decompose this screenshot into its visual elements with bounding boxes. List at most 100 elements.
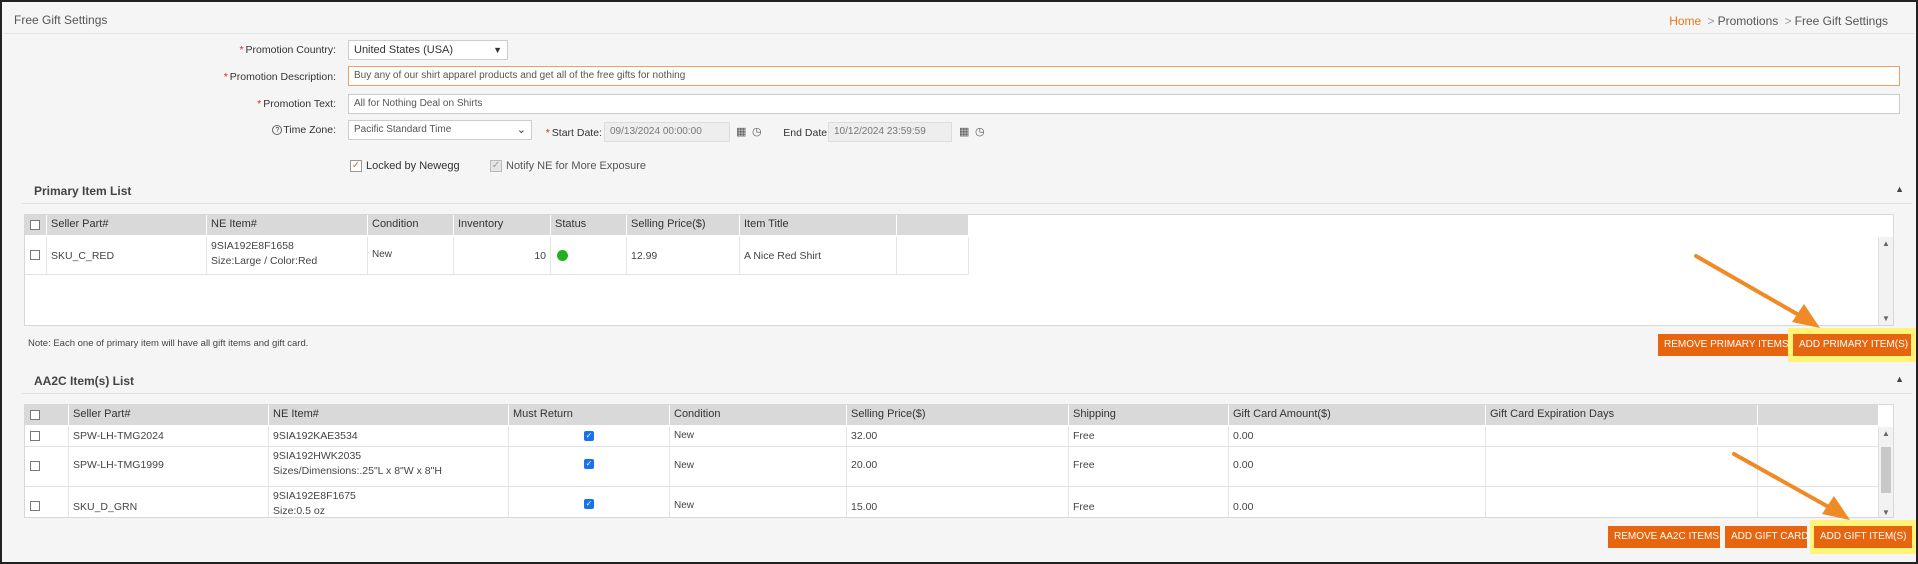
add-gift-card-button[interactable]: ADD GIFT CARD	[1725, 526, 1809, 548]
ne-item-cell: 9SIA192E8F1658 Size:Large / Color:Red	[207, 237, 368, 274]
chevron-up-icon[interactable]: ▲	[1895, 184, 1904, 194]
locked-label: Locked by Newegg	[366, 160, 460, 172]
remove-primary-items-button[interactable]: REMOVE PRIMARY ITEMS	[1658, 334, 1789, 356]
primary-grid-scrollbar[interactable]: ▲ ▼	[1878, 237, 1893, 325]
gift-card-days-cell	[1486, 427, 1758, 446]
breadcrumb-current: Free Gift Settings	[1794, 14, 1888, 28]
start-date-label: * Start Date:	[545, 127, 602, 139]
breadcrumb: Home > Promotions > Free Gift Settings	[1669, 14, 1888, 28]
empty-cell	[1758, 447, 1879, 486]
row-select-cell	[25, 237, 47, 274]
gift-card-amount-cell: 0.00	[1229, 487, 1486, 517]
column-header[interactable]: Gift Card Amount($)	[1229, 405, 1486, 425]
must-return-cell: ✓	[509, 427, 670, 446]
clock-icon[interactable]: ◷	[975, 126, 987, 138]
promo-text-label: * Promotion Text:	[257, 98, 336, 110]
column-header[interactable]: NE Item#	[269, 405, 509, 425]
add-primary-items-button[interactable]: ADD PRIMARY ITEM(S)	[1793, 334, 1911, 356]
chevron-up-icon[interactable]: ▲	[1895, 374, 1904, 384]
calendar-icon[interactable]: ▦	[959, 126, 971, 138]
scroll-down-icon[interactable]: ▼	[1882, 508, 1890, 517]
shipping-cell: Free	[1069, 427, 1229, 446]
condition-cell: New	[670, 427, 847, 446]
end-date-input[interactable]: 10/12/2024 23:59:59	[828, 122, 952, 142]
start-date-input[interactable]: 09/13/2024 00:00:00	[604, 122, 730, 142]
scroll-up-icon[interactable]: ▲	[1882, 239, 1890, 248]
primary-section-header: Primary Item List ▲	[22, 178, 1912, 204]
row-checkbox[interactable]	[30, 501, 40, 511]
row-select-cell	[25, 447, 69, 486]
item-title-cell: A Nice Red Shirt	[740, 237, 897, 274]
select-all-checkbox[interactable]	[30, 410, 40, 420]
column-header[interactable]: Shipping	[1069, 405, 1229, 425]
row-checkbox[interactable]	[30, 431, 40, 441]
column-header-empty	[897, 215, 969, 235]
primary-item-grid: Seller Part# NE Item# Condition Inventor…	[24, 214, 1894, 326]
ne-item-variant: Size:0.5 oz	[273, 505, 325, 517]
condition-cell: New	[368, 237, 454, 274]
add-gift-items-button[interactable]: ADD GIFT ITEM(S)	[1814, 526, 1912, 548]
price-cell: 20.00	[847, 447, 1069, 486]
column-header[interactable]: Gift Card Expiration Days	[1486, 405, 1758, 425]
row-checkbox[interactable]	[30, 250, 40, 260]
must-return-checkbox[interactable]: ✓	[584, 459, 594, 469]
shipping-cell: Free	[1069, 487, 1229, 517]
scroll-down-icon[interactable]: ▼	[1882, 314, 1890, 323]
seller-part-cell: SKU_C_RED	[47, 237, 207, 274]
inventory-cell: 10	[454, 237, 551, 274]
column-header[interactable]: NE Item#	[207, 215, 368, 235]
must-return-cell: ✓	[509, 487, 670, 517]
column-header[interactable]: Condition	[670, 405, 847, 425]
ne-item-cell: 9SIA192KAE3534	[269, 427, 509, 446]
select-all-checkbox[interactable]	[30, 220, 40, 230]
empty-cell	[897, 237, 969, 274]
must-return-checkbox[interactable]: ✓	[584, 431, 594, 441]
column-header[interactable]: Item Title	[740, 215, 897, 235]
calendar-icon[interactable]: ▦	[736, 126, 748, 138]
scroll-up-icon[interactable]: ▲	[1882, 429, 1890, 438]
locked-checkbox[interactable]: ✓	[350, 160, 362, 172]
must-return-checkbox[interactable]: ✓	[584, 499, 594, 509]
clock-icon[interactable]: ◷	[752, 126, 764, 138]
price-cell: 32.00	[847, 427, 1069, 446]
timezone-label: ? Time Zone:	[152, 124, 336, 136]
shipping-cell: Free	[1069, 447, 1229, 486]
ne-item-variant: Sizes/Dimensions:.25"L x 8"W x 8"H	[273, 465, 442, 477]
timezone-select[interactable]: Pacific Standard Time ⌄	[348, 120, 532, 140]
column-header[interactable]: Selling Price($)	[627, 215, 740, 235]
empty-cell	[1758, 427, 1879, 446]
aa2c-item-grid: Seller Part# NE Item# Must Return Condit…	[24, 404, 1894, 518]
breadcrumb-home-link[interactable]: Home	[1669, 14, 1701, 28]
remove-aa2c-items-button[interactable]: REMOVE AA2C ITEMS	[1608, 526, 1720, 548]
country-select[interactable]: United States (USA) ▼	[348, 40, 508, 60]
notify-checkbox: ✓	[490, 160, 502, 172]
table-row[interactable]: SPW-LH-TMG1999 9SIA192HWK2035 Sizes/Dime…	[25, 447, 1879, 487]
column-header[interactable]: Seller Part#	[47, 215, 207, 235]
breadcrumb-separator: >	[1784, 14, 1792, 28]
country-label: * Promotion Country:	[239, 44, 336, 56]
column-header[interactable]: Must Return	[509, 405, 670, 425]
primary-section-title: Primary Item List	[34, 184, 132, 198]
row-checkbox[interactable]	[30, 461, 40, 471]
gift-card-amount-cell: 0.00	[1229, 427, 1486, 446]
promo-text-input[interactable]: All for Nothing Deal on Shirts	[348, 94, 1900, 114]
breadcrumb-promotions-link[interactable]: Promotions	[1718, 14, 1779, 28]
table-row[interactable]: SPW-LH-TMG2024 9SIA192KAE3534 ✓ New 32.0…	[25, 427, 1879, 447]
description-input[interactable]: Buy any of our shirt apparel products an…	[348, 66, 1900, 86]
column-header[interactable]: Selling Price($)	[847, 405, 1069, 425]
column-header[interactable]: Inventory	[454, 215, 551, 235]
column-header[interactable]: Condition	[368, 215, 454, 235]
column-header[interactable]: Status	[551, 215, 627, 235]
row-select-cell	[25, 427, 69, 446]
column-header[interactable]: Seller Part#	[69, 405, 269, 425]
title-bar: Free Gift Settings Home > Promotions > Fre…	[4, 4, 1914, 34]
table-row[interactable]: SKU_D_GRN 9SIA192E8F1675 Size:0.5 oz ✓ N…	[25, 487, 1879, 517]
aa2c-section-title: AA2C Item(s) List	[34, 374, 135, 388]
scroll-thumb[interactable]	[1881, 447, 1891, 493]
required-marker: *	[257, 98, 262, 110]
table-row[interactable]: SKU_C_RED 9SIA192E8F1658 Size:Large / Co…	[25, 237, 969, 275]
app-frame: Free Gift Settings Home > Promotions > Fre…	[0, 0, 1918, 564]
must-return-cell: ✓	[509, 447, 670, 486]
description-label: * Promotion Description:	[223, 71, 336, 83]
aa2c-grid-scrollbar[interactable]: ▲ ▼	[1878, 427, 1893, 517]
